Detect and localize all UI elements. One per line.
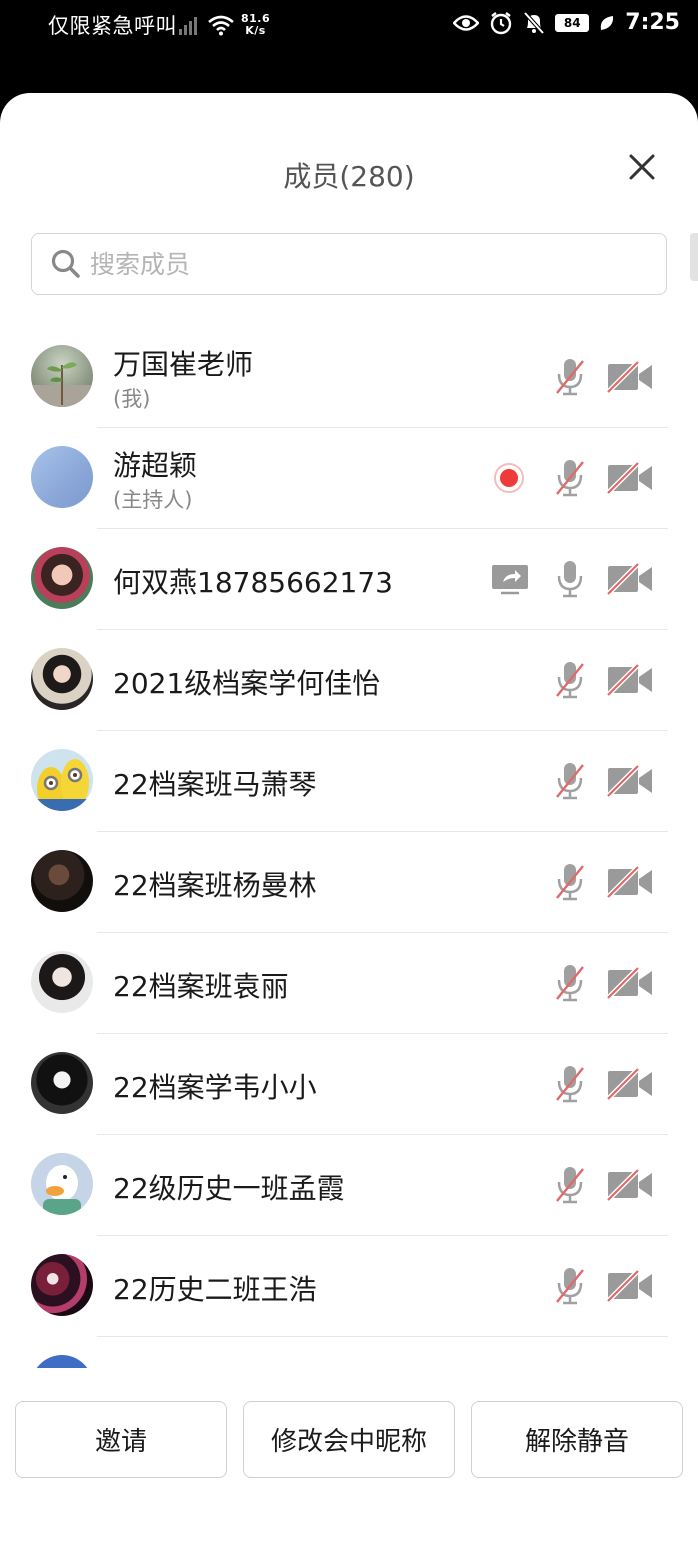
invite-button[interactable]: 邀请 (15, 1401, 227, 1478)
camera-off-icon[interactable] (604, 1264, 656, 1308)
avatar (31, 1254, 93, 1316)
avatar (31, 446, 93, 508)
camera-off-icon[interactable] (604, 355, 656, 399)
carrier-text: 仅限紧急呼叫 (48, 14, 177, 38)
list-item[interactable]: 22档案班杨曼林 (0, 832, 698, 933)
mic-muted-icon[interactable] (550, 1264, 590, 1308)
camera-off-icon[interactable] (604, 557, 656, 601)
member-role: (我) (113, 387, 151, 411)
search-input[interactable] (90, 249, 650, 279)
bell-off-icon (523, 11, 545, 34)
mic-muted-icon[interactable] (550, 961, 590, 1005)
mic-muted-icon[interactable] (550, 759, 590, 803)
mic-muted-icon[interactable] (550, 1062, 590, 1106)
list-item[interactable] (0, 1337, 698, 1368)
list-item[interactable]: 游超颖 (主持人) (0, 428, 698, 529)
wifi-icon (208, 15, 234, 36)
battery-icon: 84 (555, 13, 590, 32)
mic-muted-icon[interactable] (550, 355, 590, 399)
scroll-indicator[interactable] (690, 233, 698, 281)
avatar (31, 547, 93, 609)
alarm-icon (491, 11, 512, 34)
members-sheet: 成员(280) 万国崔老师 (我) (0, 93, 698, 1552)
duck-image (43, 1165, 81, 1215)
member-name: 22历史二班王浩 (113, 1273, 317, 1306)
member-name: 22档案班马萧琴 (113, 768, 317, 801)
mic-muted-icon[interactable] (550, 1163, 590, 1207)
member-name: 万国崔老师 (113, 348, 254, 381)
status-left: 仅限紧急呼叫 81.6 K/s (48, 10, 270, 40)
avatar (31, 648, 93, 710)
unmute-button[interactable]: 解除静音 (471, 1401, 683, 1478)
mic-icon[interactable] (550, 1365, 590, 1368)
member-name: 22档案班袁丽 (113, 970, 289, 1003)
list-item[interactable]: 22档案学韦小小 (0, 1034, 698, 1135)
member-name: 何双燕18785662173 (113, 566, 393, 599)
battery-level: 84 (563, 15, 581, 30)
member-name: 22档案学韦小小 (113, 1071, 317, 1104)
avatar (31, 345, 93, 407)
page-title: 成员(280) (283, 160, 415, 193)
minions-image (37, 759, 89, 811)
camera-off-icon[interactable] (604, 759, 656, 803)
camera-off-icon[interactable] (604, 456, 656, 500)
member-name: 22档案班杨曼林 (113, 869, 317, 902)
status-time: 7:25 (625, 10, 680, 35)
close-icon[interactable] (626, 151, 658, 183)
camera-off-icon[interactable] (604, 961, 656, 1005)
member-role: (主持人) (113, 488, 193, 512)
mic-muted-icon[interactable] (550, 456, 590, 500)
list-item[interactable]: 2021级档案学何佳怡 (0, 630, 698, 731)
plant-image (31, 362, 93, 407)
list-item[interactable]: 22档案班马萧琴 (0, 731, 698, 832)
recording-icon (494, 463, 524, 493)
member-name: 游超颖 (113, 449, 198, 482)
avatar (31, 1052, 93, 1114)
camera-off-icon[interactable] (604, 860, 656, 904)
camera-off-icon[interactable] (604, 1163, 656, 1207)
net-speed: 81.6 K/s (241, 13, 270, 37)
avatar (31, 850, 93, 912)
camera-off-icon[interactable] (604, 1062, 656, 1106)
avatar (31, 1153, 93, 1215)
list-item[interactable]: 何双燕18785662173 (0, 529, 698, 630)
member-name: 2021级档案学何佳怡 (113, 667, 381, 700)
search-box[interactable] (31, 233, 667, 295)
status-right: 84 7:25 (453, 10, 680, 35)
mic-muted-icon[interactable] (550, 658, 590, 702)
status-bar: 仅限紧急呼叫 81.6 K/s 84 7:25 (0, 0, 698, 50)
avatar (31, 1355, 93, 1368)
eye-icon (453, 14, 480, 31)
net-speed-unit: K/s (245, 24, 266, 37)
signal-icon (179, 15, 197, 35)
avatar (31, 951, 93, 1013)
mic-icon[interactable] (550, 557, 590, 601)
camera-off-icon[interactable] (604, 658, 656, 702)
list-item[interactable]: 22历史二班王浩 (0, 1236, 698, 1337)
avatar (31, 749, 93, 811)
leaf-icon (601, 15, 614, 30)
screen-share-icon (490, 557, 530, 601)
list-item[interactable]: 万国崔老师 (我) (0, 327, 698, 428)
mic-muted-icon[interactable] (550, 860, 590, 904)
member-name: 22级历史一班孟霞 (113, 1172, 345, 1205)
member-list[interactable]: 万国崔老师 (我) 游超颖 (主持人) 何双燕18785662173 2021级… (0, 327, 698, 1368)
list-item[interactable]: 22级历史一班孟霞 (0, 1135, 698, 1236)
rename-button[interactable]: 修改会中昵称 (243, 1401, 455, 1478)
list-item[interactable]: 22档案班袁丽 (0, 933, 698, 1034)
search-icon (51, 249, 80, 278)
